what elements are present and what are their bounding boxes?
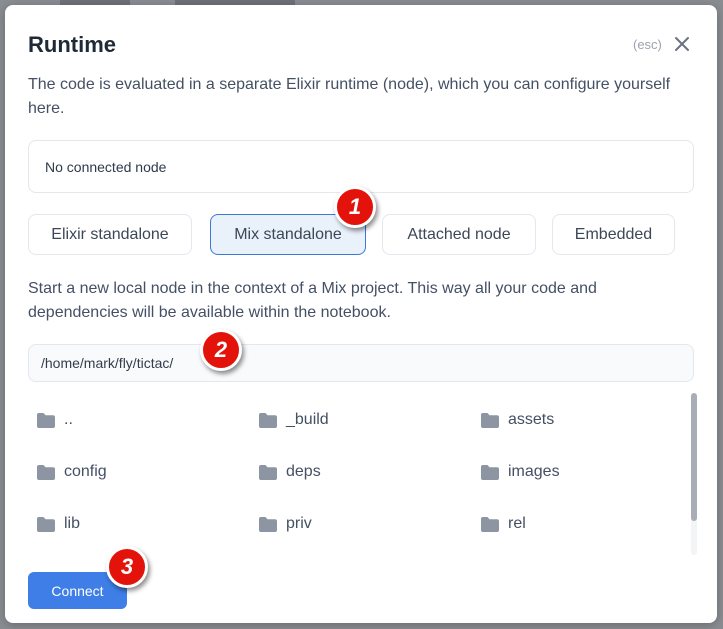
folder-icon [481, 464, 499, 480]
folder-name: images [508, 463, 560, 480]
folder-name: priv [286, 515, 312, 532]
folder-name: deps [286, 463, 321, 480]
folder-icon [37, 516, 55, 532]
scrollbar-thumb[interactable] [691, 393, 697, 521]
tab-label: Attached node [407, 225, 511, 243]
folder-item[interactable]: rel [481, 508, 526, 540]
folder-name: assets [508, 411, 555, 428]
folder-item[interactable]: priv [259, 508, 312, 540]
annotation-badge-1: 1 [334, 186, 376, 228]
folder-icon [37, 412, 55, 428]
folder-icon [37, 464, 55, 480]
folder-name: _build [286, 411, 329, 428]
close-icon [675, 37, 689, 51]
file-browser: .. _build assets config deps images lib [28, 394, 668, 554]
close-button[interactable] [673, 35, 691, 53]
connection-status-text: No connected node [45, 158, 167, 175]
folder-name: config [64, 463, 107, 480]
folder-item[interactable]: lib [37, 508, 80, 540]
mix-description: Start a new local node in the context of… [28, 280, 597, 321]
runtime-dialog: Runtime (esc) The code is evaluated in a… [5, 5, 717, 623]
folder-icon [259, 516, 277, 532]
annotation-badge-2: 2 [200, 329, 242, 371]
tab-attached-node[interactable]: Attached node [382, 214, 536, 255]
tab-elixir-standalone[interactable]: Elixir standalone [28, 214, 192, 255]
file-browser-scrollbar[interactable] [691, 393, 697, 555]
tab-label: Mix standalone [234, 225, 342, 243]
tab-label: Embedded [574, 225, 653, 243]
dialog-title: Runtime [28, 32, 116, 57]
esc-hint: (esc) [633, 37, 662, 52]
dialog-description: The code is evaluated in a separate Elix… [28, 76, 671, 117]
folder-name: rel [508, 515, 526, 532]
folder-icon [481, 412, 499, 428]
folder-name: .. [64, 411, 73, 428]
connection-status: No connected node [28, 140, 694, 193]
folder-name: lib [64, 515, 81, 532]
folder-item[interactable]: assets [481, 404, 554, 436]
folder-icon [259, 464, 277, 480]
folder-item[interactable]: deps [259, 456, 321, 488]
folder-item[interactable]: _build [259, 404, 329, 436]
tab-label: Elixir standalone [51, 225, 169, 243]
tab-embedded[interactable]: Embedded [552, 214, 675, 255]
folder-item[interactable]: config [37, 456, 107, 488]
folder-icon [259, 412, 277, 428]
project-path-input[interactable] [28, 344, 694, 382]
folder-item[interactable]: .. [37, 404, 73, 436]
annotation-badge-3: 3 [106, 546, 148, 588]
folder-item[interactable]: images [481, 456, 560, 488]
folder-icon [481, 516, 499, 532]
